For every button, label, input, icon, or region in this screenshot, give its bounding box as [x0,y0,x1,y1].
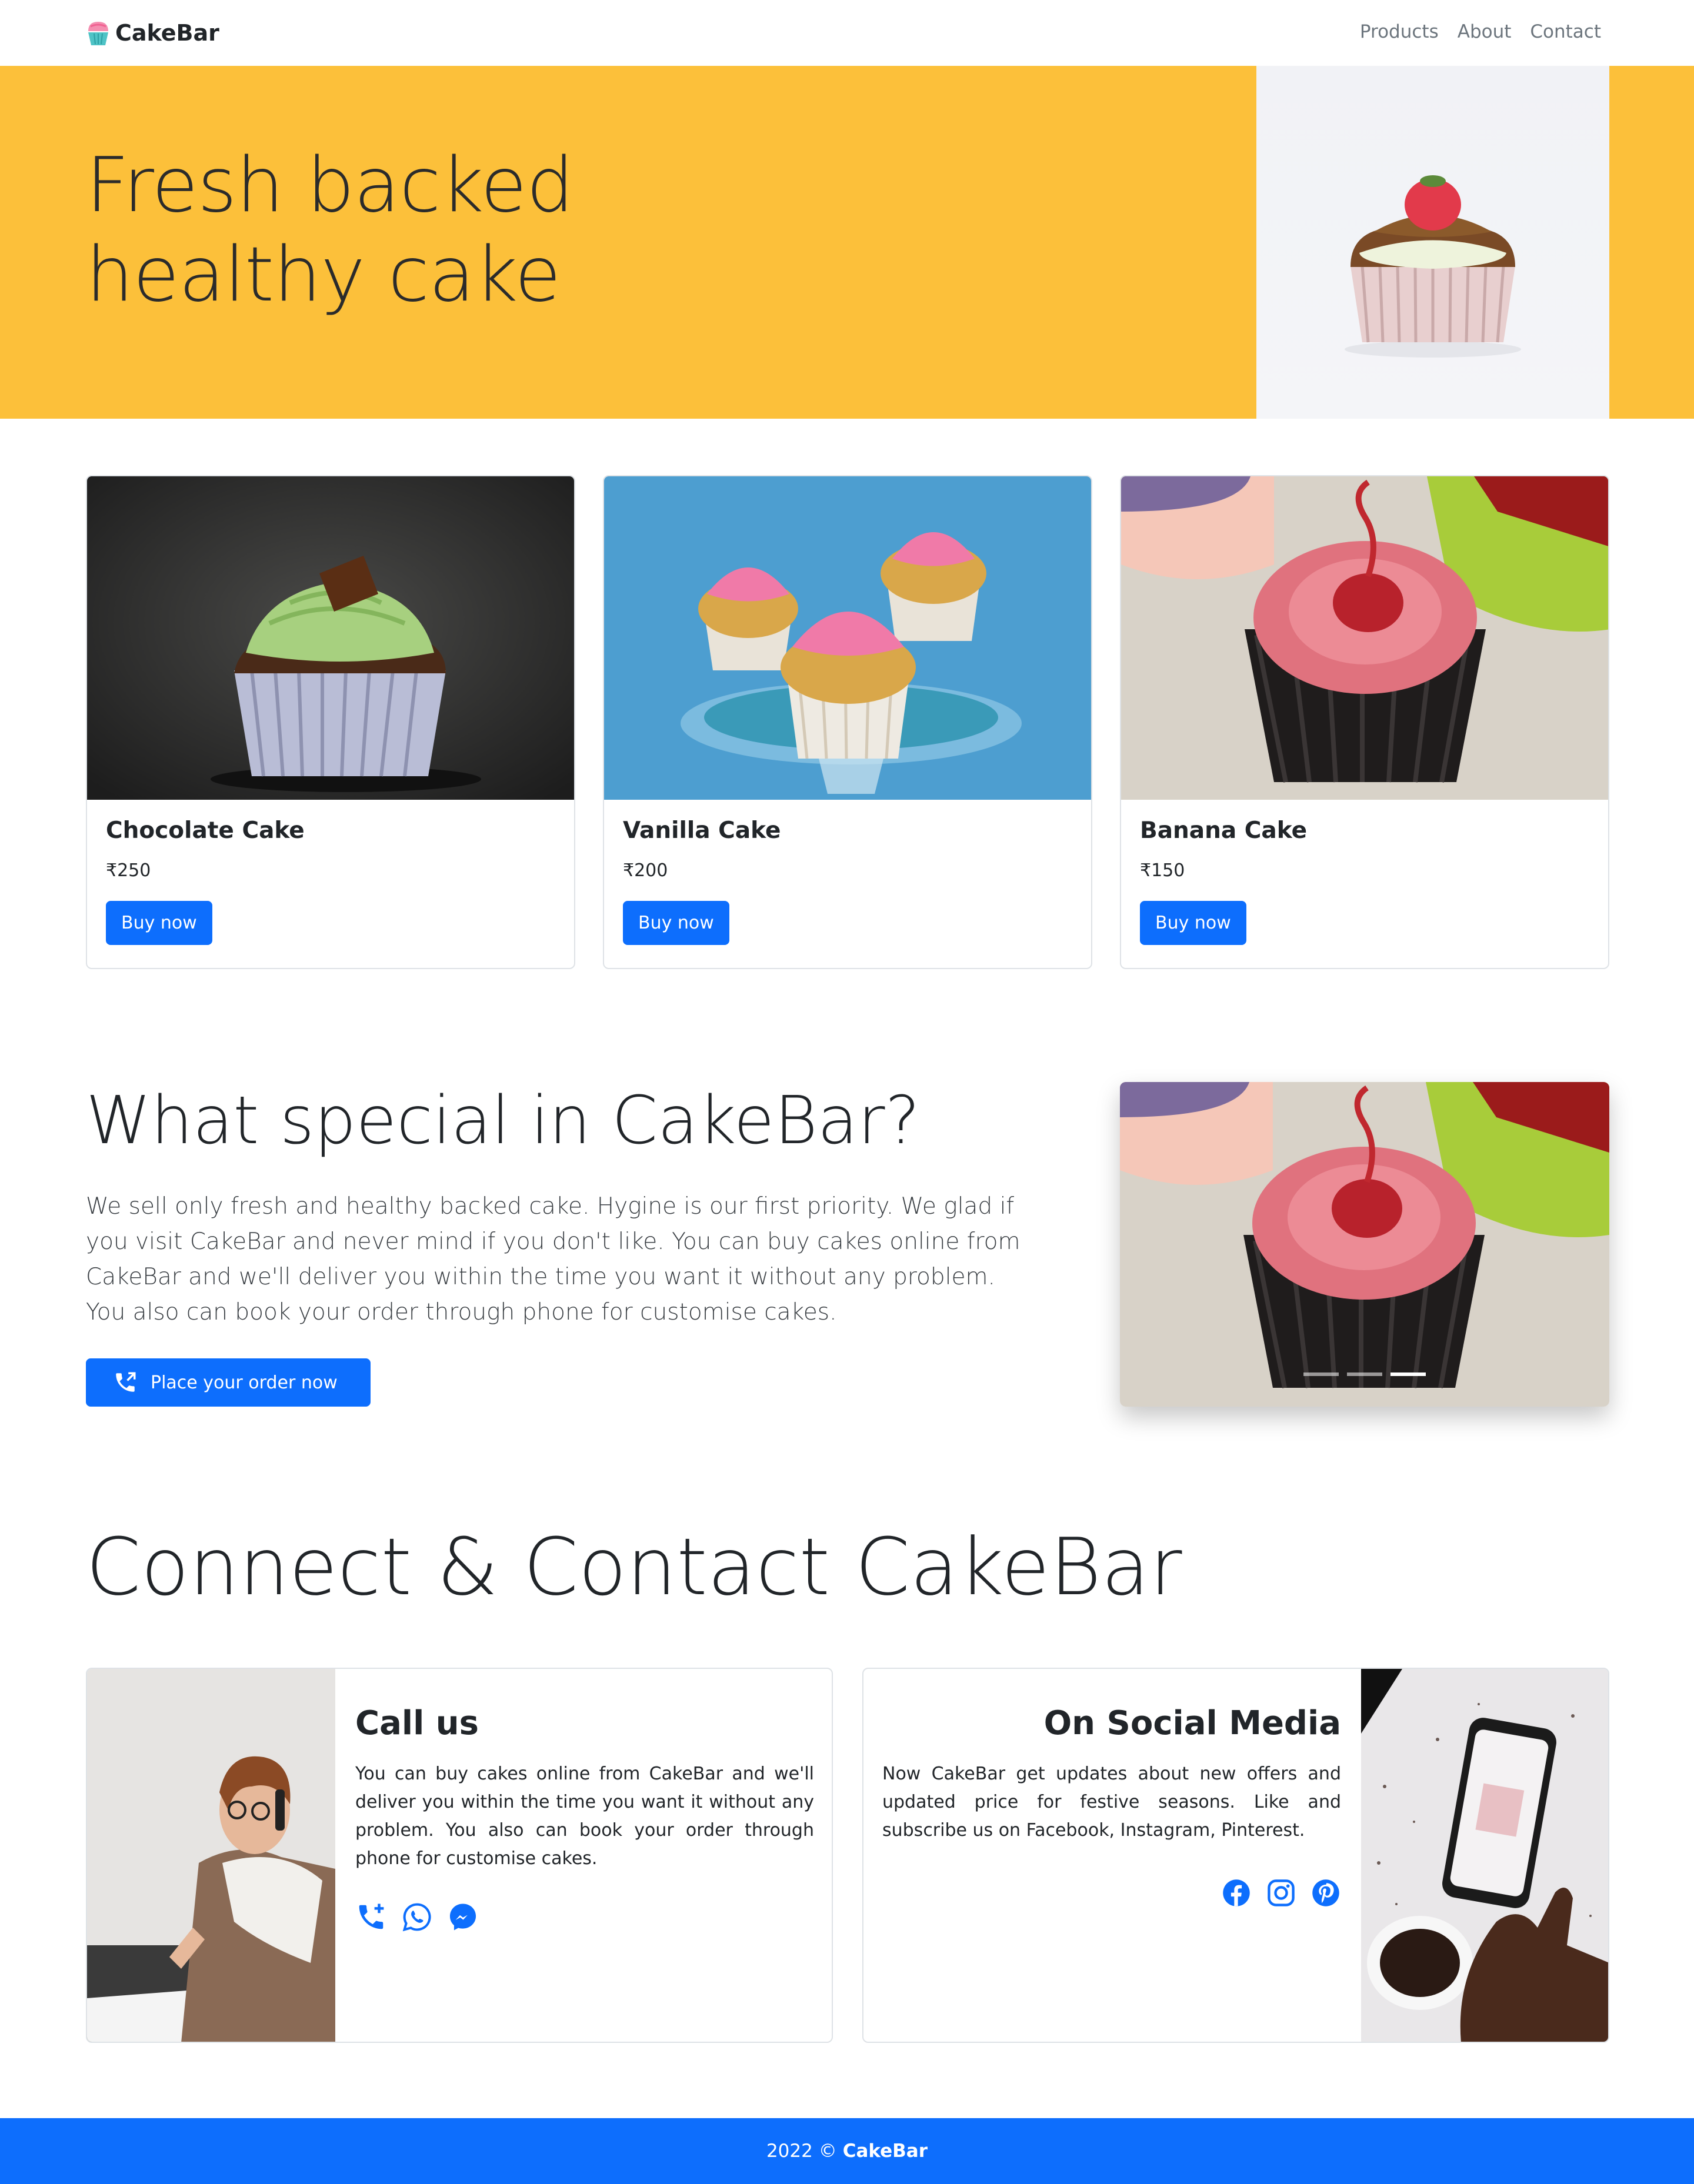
special-section-text: We sell only fresh and healthy backed ca… [86,1193,1021,1325]
product-name: Banana Cake [1140,817,1308,844]
footer: 2022 © CakeBar [0,2118,1694,2184]
special-carousel[interactable] [1120,1082,1609,1407]
special-section-title: What special in CakeBar? [86,1083,921,1159]
pinterest-icon[interactable] [1310,1878,1341,1908]
call-us-heading: Call us [355,1704,479,1742]
phone-outgoing-icon [116,1372,136,1392]
footer-copyright: 2022 © [766,2140,837,2162]
call-icons [355,1901,814,1933]
call-us-text: You can buy cakes online from CakeBar an… [355,1764,814,1869]
nav-link-about[interactable]: About [1458,21,1512,42]
hero-banner: Fresh backed healthy cake [0,66,1694,419]
social-icons [882,1878,1341,1908]
vanilla-cake-image [604,476,1091,800]
buy-now-button[interactable]: Buy now [623,901,729,945]
footer-brand: CakeBar [842,2140,928,2162]
product-card-vanilla: Vanilla Cake ₹200 Buy now [603,475,1092,969]
woman-on-phone-image [87,1669,335,2042]
product-price: ₹250 [106,860,151,881]
hand-phone-coffee-image [1361,1669,1608,2042]
contact-section-title: Connect & Contact CakeBar [86,1521,1182,1613]
instagram-icon[interactable] [1266,1878,1296,1908]
product-name: Chocolate Cake [106,817,305,844]
cupcake-logo-icon [88,22,108,45]
buy-now-button[interactable]: Buy now [106,901,212,945]
facebook-icon[interactable] [1221,1878,1252,1908]
hero-cupcake-image [1256,66,1609,419]
navbar: CakeBar Products About Contact [0,0,1694,66]
messenger-icon[interactable] [447,1901,479,1933]
carousel-slide-image [1120,1082,1609,1407]
carousel-indicator-1[interactable] [1303,1372,1339,1376]
place-order-label: Place your order now [151,1372,338,1393]
whatsapp-icon[interactable] [401,1901,433,1933]
product-price: ₹150 [1140,860,1185,881]
product-price: ₹200 [623,860,668,881]
social-media-heading: On Social Media [1043,1704,1341,1742]
place-order-button[interactable]: Place your order now [86,1358,371,1407]
carousel-indicators [1120,1372,1609,1376]
brand-name: CakeBar [115,20,219,46]
buy-now-button[interactable]: Buy now [1140,901,1246,945]
nav-link-products[interactable]: Products [1360,21,1439,42]
chocolate-cake-image [87,476,574,800]
social-media-card: On Social Media Now CakeBar get updates … [862,1668,1609,2043]
carousel-indicator-2[interactable] [1347,1372,1382,1376]
carousel-indicator-3[interactable] [1390,1372,1426,1376]
brand-link[interactable]: CakeBar [86,18,219,48]
nav-link-contact[interactable]: Contact [1530,21,1601,42]
social-media-text: Now CakeBar get updates about new offers… [882,1764,1341,1841]
banana-cake-image [1121,476,1608,800]
hero-title: Fresh backed healthy cake [86,142,574,319]
call-us-card: Call us You can buy cakes online from Ca… [86,1668,833,2043]
phone-plus-icon[interactable] [355,1901,387,1933]
product-card-chocolate: Chocolate Cake ₹250 Buy now [86,475,575,969]
nav-links: Products About Contact [1360,21,1601,42]
product-card-banana: Banana Cake ₹150 Buy now [1120,475,1609,969]
product-name: Vanilla Cake [623,817,781,844]
